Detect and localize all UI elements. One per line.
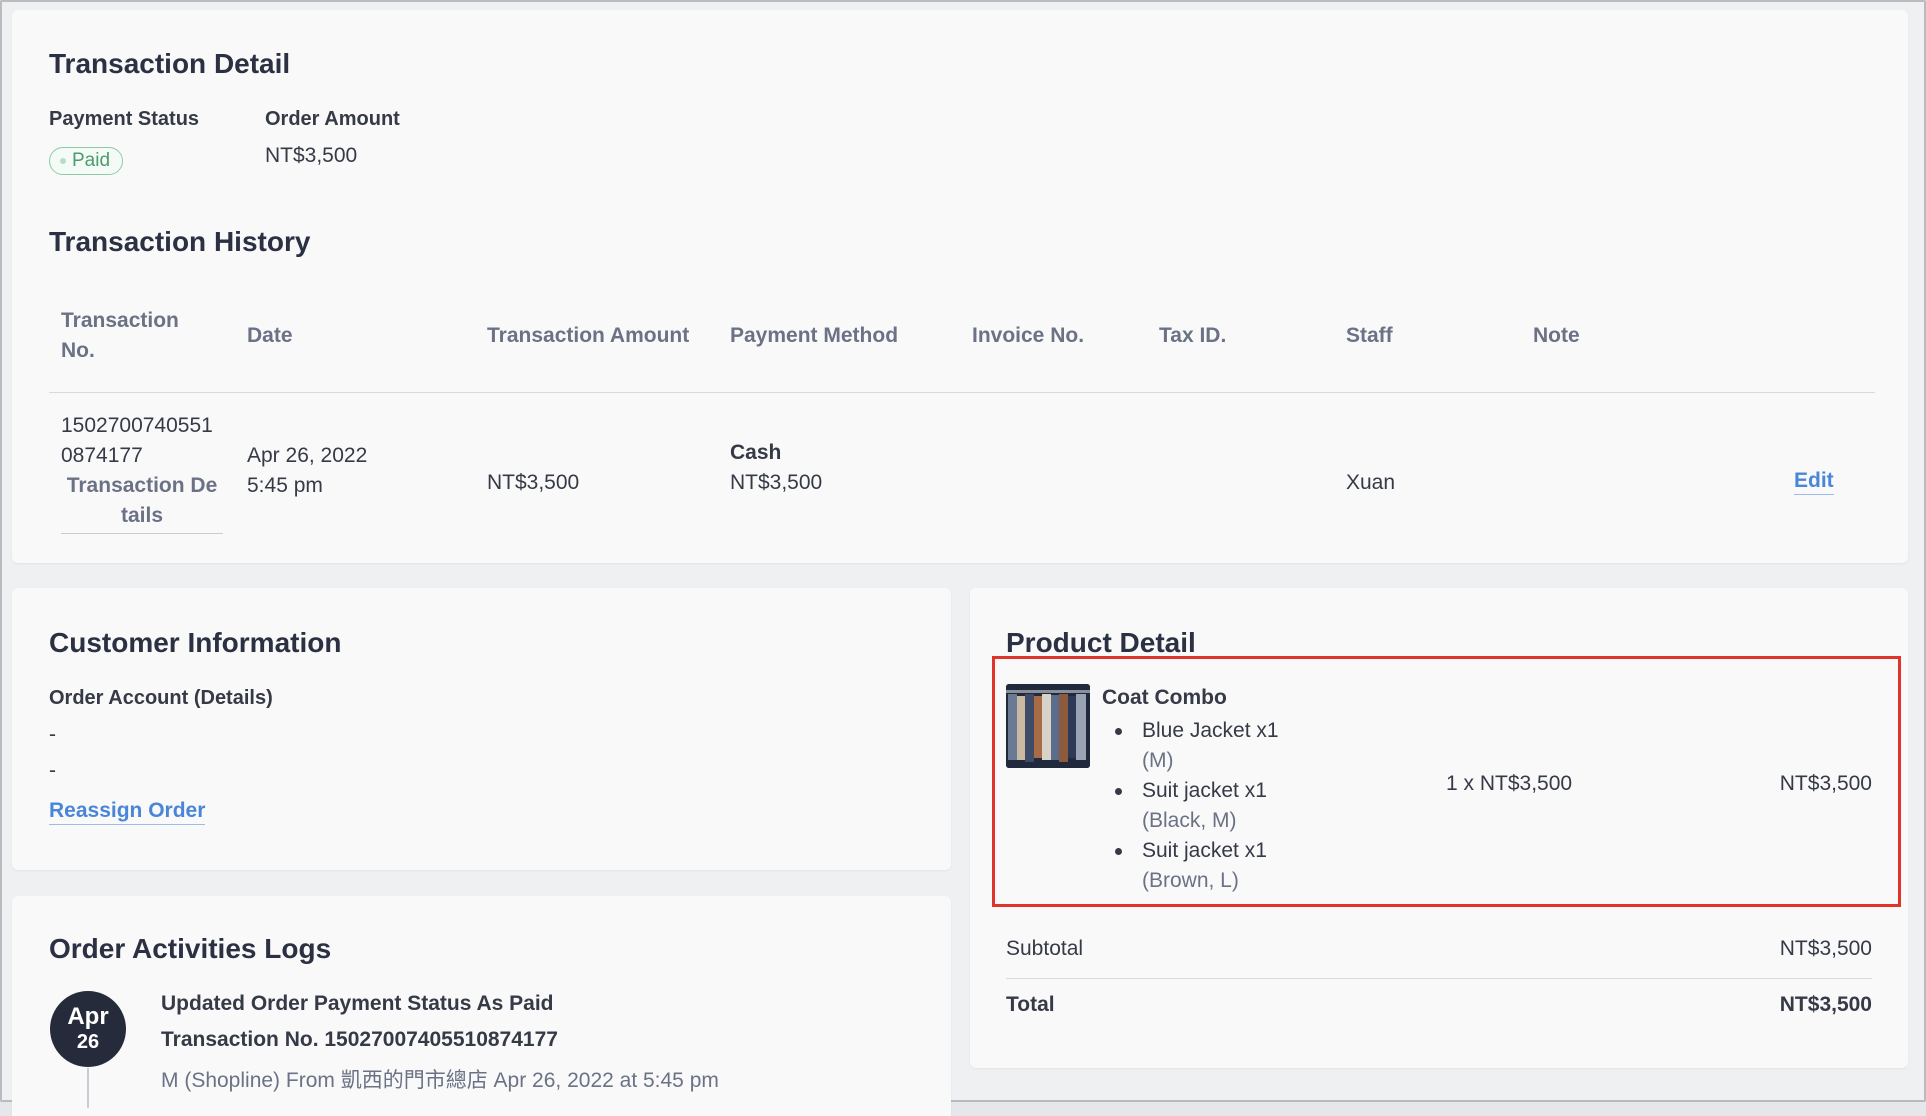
row-date: Apr 26, 2022 5:45 pm (247, 441, 367, 501)
row-date-line1: Apr 26, 2022 (247, 444, 368, 467)
col-invoice: Invoice No. (972, 324, 1085, 347)
customer-line-1: - (49, 723, 56, 746)
total-label: Total (1006, 993, 1055, 1016)
customer-card: Customer Information Order Account (Deta… (12, 588, 951, 870)
row-date-line2: 5:45 pm (247, 474, 323, 497)
order-amount-label: Order Amount (265, 108, 400, 130)
col-tax: Tax ID. (1159, 324, 1227, 347)
activity-card: Order Activities Logs Apr 26 Updated Ord… (12, 896, 951, 1116)
row-amount: NT$3,500 (487, 471, 580, 494)
total-value: NT$3,500 (1779, 993, 1872, 1016)
timeline-line (87, 1068, 89, 1108)
activity-line-1: Updated Order Payment Status As Paid (161, 992, 554, 1015)
row-staff: Xuan (1346, 471, 1396, 494)
table-header-divider (49, 392, 1875, 393)
col-method: Payment Method (730, 324, 899, 347)
subtotal-label: Subtotal (1006, 937, 1084, 960)
row-method-name: Cash (730, 441, 782, 464)
customer-title: Customer Information (49, 627, 342, 658)
row-transaction-no-line1: 1502700740551 (61, 414, 213, 437)
col-date: Date (247, 324, 293, 347)
edit-link-text[interactable]: Edit (1794, 469, 1834, 495)
reassign-order-text[interactable]: Reassign Order (49, 799, 206, 825)
transaction-detail-title: Transaction Detail (49, 48, 291, 79)
row-transaction-no: 1502700740551 0874177 (61, 411, 213, 471)
customer-line-2: - (49, 759, 56, 782)
transaction-card: Transaction Detail Payment Status Paid O… (12, 10, 1908, 563)
highlight-box (992, 656, 1901, 907)
transaction-details-link[interactable]: Transaction De tails (61, 471, 223, 534)
order-amount-value: NT$3,500 (265, 144, 358, 167)
activity-line-3: M (Shopline) From 凱西的門市總店 Apr 26, 2022 a… (161, 1069, 719, 1092)
activity-day: 26 (76, 1031, 100, 1053)
transaction-history-title: Transaction History (49, 226, 311, 257)
activity-month: Apr (67, 1003, 109, 1030)
subtotal-divider (1006, 978, 1872, 979)
payment-status-label: Payment Status (49, 108, 200, 130)
edit-link[interactable]: Edit (1794, 466, 1834, 496)
product-title: Product Detail (1006, 627, 1196, 658)
col-transaction-no-line1: Transaction (61, 309, 179, 332)
status-badge-text: Paid (72, 150, 111, 171)
row-method: Cash NT$3,500 (730, 438, 822, 498)
status-dot-icon (60, 158, 66, 164)
col-amount: Transaction Amount (487, 324, 690, 347)
reassign-order-link[interactable]: Reassign Order (49, 799, 206, 825)
activity-date-avatar: Apr 26 (50, 991, 126, 1067)
order-account-label: Order Account (Details) (49, 687, 273, 709)
status-badge: Paid (49, 147, 124, 175)
row-transaction-no-line2: 0874177 (61, 444, 143, 467)
col-staff: Staff (1346, 324, 1393, 347)
col-transaction-no: Transaction No. (61, 306, 179, 366)
activity-line-2: Transaction No. 15027007405510874177 (161, 1028, 558, 1051)
activity-title: Order Activities Logs (49, 933, 332, 964)
row-method-amount: NT$3,500 (730, 471, 823, 494)
transaction-details-link-line1: Transaction De (66, 474, 218, 497)
subtotal-value: NT$3,500 (1779, 937, 1872, 960)
transaction-details-link-line2: tails (120, 504, 164, 527)
col-note: Note (1533, 324, 1580, 347)
col-transaction-no-line2: No. (61, 339, 95, 362)
